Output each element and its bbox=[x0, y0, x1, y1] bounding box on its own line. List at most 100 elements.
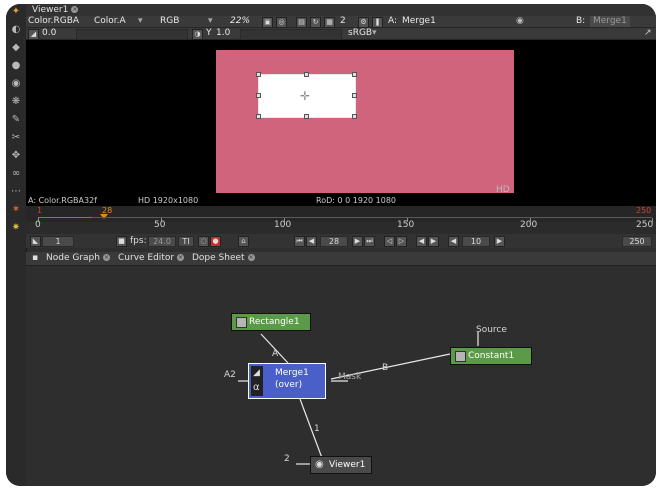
viewer-toolbar-bottom: ◢ 0.0 ◑ Y 1.0 sRGB ▾ ↗ bbox=[26, 28, 656, 40]
step-back-icon[interactable]: ◀ bbox=[416, 236, 427, 247]
set-in-point-icon[interactable]: ◣ bbox=[30, 236, 41, 247]
layer-select[interactable]: Color.RGBA bbox=[28, 16, 79, 27]
proxy-icon[interactable]: ▦ bbox=[324, 17, 335, 28]
merge-operator-strip: ◢ α bbox=[251, 366, 263, 396]
node-label: Constant1 bbox=[468, 351, 515, 361]
close-icon[interactable]: × bbox=[177, 254, 185, 261]
playback-controls: ◣ 1 ■ fps: 24.0 TI ◌ ● ⌂ ⏮ ◀ 28 ▶ ⏭ ◁ ▷ … bbox=[26, 234, 656, 248]
tab-viewer[interactable]: Viewer1 × bbox=[28, 5, 82, 16]
alpha-channel-select[interactable]: Color.A bbox=[94, 16, 126, 27]
fps-toggle-icon[interactable]: ■ bbox=[116, 236, 127, 247]
display-channels-select[interactable]: RGB bbox=[160, 16, 179, 27]
gamma-slider[interactable] bbox=[240, 29, 342, 40]
handle-bottom[interactable] bbox=[304, 114, 309, 119]
close-icon[interactable]: × bbox=[102, 254, 110, 261]
tab-label: Node Graph bbox=[46, 253, 100, 263]
close-icon[interactable]: × bbox=[71, 6, 79, 13]
render-icon[interactable]: ⚙ bbox=[358, 17, 369, 28]
turbo-icon[interactable]: ◌ bbox=[198, 236, 209, 247]
gamma-value[interactable]: 1.0 bbox=[216, 28, 230, 39]
close-icon[interactable]: × bbox=[247, 254, 255, 261]
input-a-select[interactable]: Merge1 bbox=[402, 16, 436, 27]
plugins-icon[interactable]: ✶ bbox=[10, 204, 22, 216]
go-first-icon[interactable]: ⏮ bbox=[294, 236, 305, 247]
merge-tools-icon[interactable]: ✂ bbox=[10, 132, 22, 144]
time-tools-icon[interactable]: ∞ bbox=[10, 168, 22, 180]
handle-left[interactable] bbox=[256, 93, 261, 98]
tab-node-graph[interactable]: Node Graph × bbox=[42, 253, 114, 264]
timeline-mode-button[interactable]: TI bbox=[178, 236, 194, 247]
step-field[interactable]: 10 bbox=[462, 236, 490, 247]
panel-menu-icon[interactable]: ▪ bbox=[28, 253, 42, 264]
tick-label: 0 bbox=[35, 220, 41, 230]
gain-icon[interactable]: ◢ bbox=[28, 29, 39, 40]
go-last-icon[interactable]: ⏭ bbox=[364, 236, 375, 247]
crosshair-icon[interactable]: ✛ bbox=[300, 89, 310, 103]
node-graph-canvas[interactable]: Rectangle1 Constant1 Source ◢ α Merge1 (… bbox=[26, 266, 656, 486]
transform-tools-icon[interactable]: ✥ bbox=[10, 150, 22, 162]
next-keyframe-icon[interactable]: ▷ bbox=[396, 236, 407, 247]
paint-tools-icon[interactable]: ◆ bbox=[10, 42, 22, 54]
play-backward-icon[interactable]: ◀ bbox=[306, 236, 317, 247]
handle-top-right[interactable] bbox=[352, 72, 357, 77]
fps-field[interactable]: 24.0 bbox=[148, 236, 176, 247]
tab-dope-sheet[interactable]: Dope Sheet × bbox=[188, 253, 259, 264]
node-icon bbox=[236, 317, 247, 328]
handle-right[interactable] bbox=[352, 93, 357, 98]
handle-bottom-right[interactable] bbox=[352, 114, 357, 119]
format-tag: HD bbox=[496, 185, 510, 195]
image-tools-icon[interactable]: ◐ bbox=[10, 24, 22, 36]
roi-icon[interactable]: ◎ bbox=[276, 17, 287, 28]
play-forward-icon[interactable]: ▶ bbox=[352, 236, 363, 247]
clip-icon[interactable]: ▤ bbox=[296, 17, 307, 28]
node-constant[interactable]: Constant1 bbox=[450, 347, 532, 365]
app-logo-icon: ✦ bbox=[11, 6, 21, 17]
node-viewer[interactable]: ◉ Viewer1 bbox=[310, 456, 372, 474]
node-sublabel: (over) bbox=[275, 380, 303, 390]
fit-icon[interactable]: ▣ bbox=[262, 17, 273, 28]
record-icon[interactable]: ● bbox=[210, 236, 221, 247]
first-frame-field[interactable]: 1 bbox=[42, 236, 74, 247]
proxy-level[interactable]: 2 bbox=[340, 16, 346, 27]
colorspace-select[interactable]: sRGB bbox=[348, 28, 372, 39]
timeline-ruler[interactable]: 1 28 250 bbox=[26, 206, 656, 222]
tab-curve-editor[interactable]: Curve Editor × bbox=[114, 253, 188, 264]
gain-slider[interactable] bbox=[76, 29, 188, 40]
handle-top-left[interactable] bbox=[256, 72, 261, 77]
extra-tools-icon[interactable]: ✷ bbox=[10, 222, 22, 234]
skip-back-icon[interactable]: ◀ bbox=[448, 236, 459, 247]
handle-top[interactable] bbox=[304, 72, 309, 77]
tick-label: 50 bbox=[154, 220, 166, 230]
lock-icon[interactable]: ⌂ bbox=[238, 236, 249, 247]
channel-tools-icon[interactable]: ● bbox=[10, 60, 22, 72]
keyer-tools-icon[interactable]: ✎ bbox=[10, 114, 22, 126]
b-input-label: B bbox=[382, 363, 389, 373]
tick-label: 200 bbox=[520, 220, 538, 230]
skip-forward-icon[interactable]: ▶ bbox=[494, 236, 505, 247]
viewer-canvas[interactable]: ✛ HD bbox=[26, 40, 656, 204]
tick-label: 250 bbox=[636, 220, 654, 230]
pause-icon[interactable]: ❚ bbox=[372, 17, 383, 28]
other-tools-icon[interactable]: ⋯ bbox=[10, 186, 22, 198]
step-forward-icon[interactable]: ▶ bbox=[428, 236, 439, 247]
contrast-icon[interactable]: ◑ bbox=[192, 29, 203, 40]
zoom-select[interactable]: 22% bbox=[230, 16, 250, 27]
prev-keyframe-icon[interactable]: ◁ bbox=[384, 236, 395, 247]
chevron-down-icon: ▾ bbox=[138, 16, 143, 26]
handle-bottom-left[interactable] bbox=[256, 114, 261, 119]
input-b-select[interactable]: Merge1 bbox=[590, 16, 630, 27]
info-channels: A: Color.RGBA32f bbox=[28, 196, 97, 205]
color-tools-icon[interactable]: ◉ bbox=[10, 78, 22, 90]
node-merge[interactable]: ◢ α Merge1 (over) bbox=[248, 363, 326, 399]
node-rectangle[interactable]: Rectangle1 bbox=[231, 313, 311, 331]
filter-tools-icon[interactable]: ❋ bbox=[10, 96, 22, 108]
rectangle-shape[interactable]: ✛ bbox=[258, 74, 356, 118]
start-frame-marker: 1 bbox=[37, 206, 43, 215]
gain-value[interactable]: 0.0 bbox=[42, 28, 56, 39]
compare-eye-icon[interactable]: ◉ bbox=[516, 16, 524, 27]
refresh-icon[interactable]: ↻ bbox=[310, 17, 321, 28]
current-frame-field[interactable]: 28 bbox=[320, 236, 348, 247]
wipe-icon[interactable]: ↗ bbox=[644, 28, 652, 39]
fps-label: fps: bbox=[130, 236, 147, 246]
last-frame-field[interactable]: 250 bbox=[622, 236, 652, 247]
